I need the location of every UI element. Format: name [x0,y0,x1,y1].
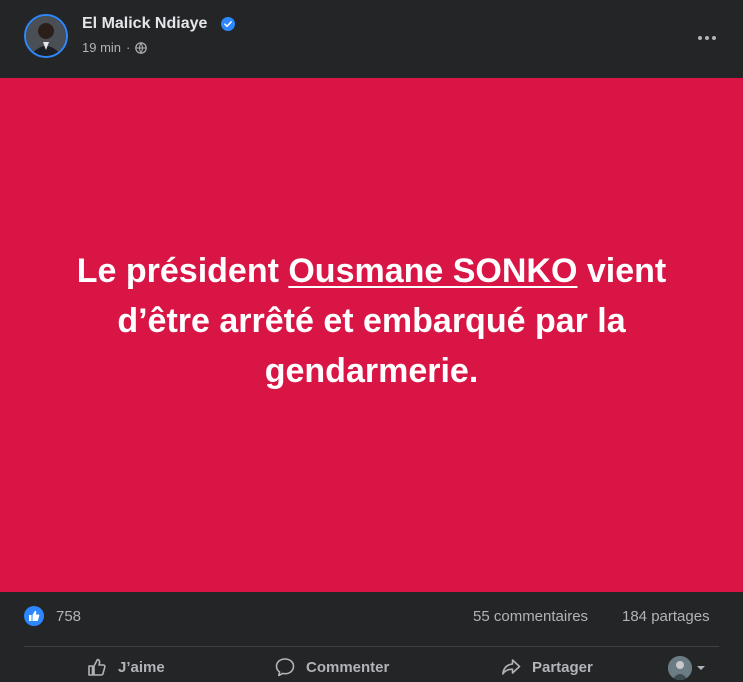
author-photo [26,16,66,56]
share-icon [502,659,521,675]
like-button-label: J’aime [118,658,165,676]
chevron-down-icon [697,666,705,670]
meta-separator: · [126,40,131,55]
comment-button[interactable]: Commenter [274,652,389,682]
post-header: El Malick Ndiaye 19 min · [0,0,743,78]
post-stats: 758 55 commentaires 184 partages [0,592,743,640]
like-button[interactable]: J’aime [86,652,165,682]
more-options-icon [698,36,716,40]
shares-count[interactable]: 184 partages [622,608,710,625]
viewer-photo [668,656,692,680]
post-time[interactable]: 19 min [82,40,121,55]
banner-text: Le président Ousmane SONKO vient d’être … [42,246,702,396]
comment-button-label: Commenter [306,658,390,676]
banner-text-prefix: Le président [76,252,289,290]
verified-badge-icon [221,17,235,31]
more-options-button[interactable] [693,24,721,52]
globe-icon [135,41,148,54]
facebook-post: El Malick Ndiaye 19 min · Le président O… [0,0,743,682]
like-reaction-icon[interactable] [24,606,44,626]
comment-icon [275,658,295,677]
viewer-avatar [668,656,692,680]
share-button[interactable]: Partager [500,652,593,682]
share-button-label: Partager [532,658,593,676]
thumbs-up-icon [88,658,106,676]
author-avatar[interactable] [24,14,68,58]
action-divider [24,646,719,647]
post-meta: 19 min · [82,40,148,55]
mentioned-person-link[interactable]: Ousmane SONKO [288,252,577,290]
reactions-count[interactable]: 758 [56,608,81,625]
react-as-selector[interactable] [668,656,706,680]
post-text-banner: Le président Ousmane SONKO vient d’être … [0,78,743,592]
comments-count[interactable]: 55 commentaires [473,608,588,625]
author-name[interactable]: El Malick Ndiaye [82,15,207,33]
